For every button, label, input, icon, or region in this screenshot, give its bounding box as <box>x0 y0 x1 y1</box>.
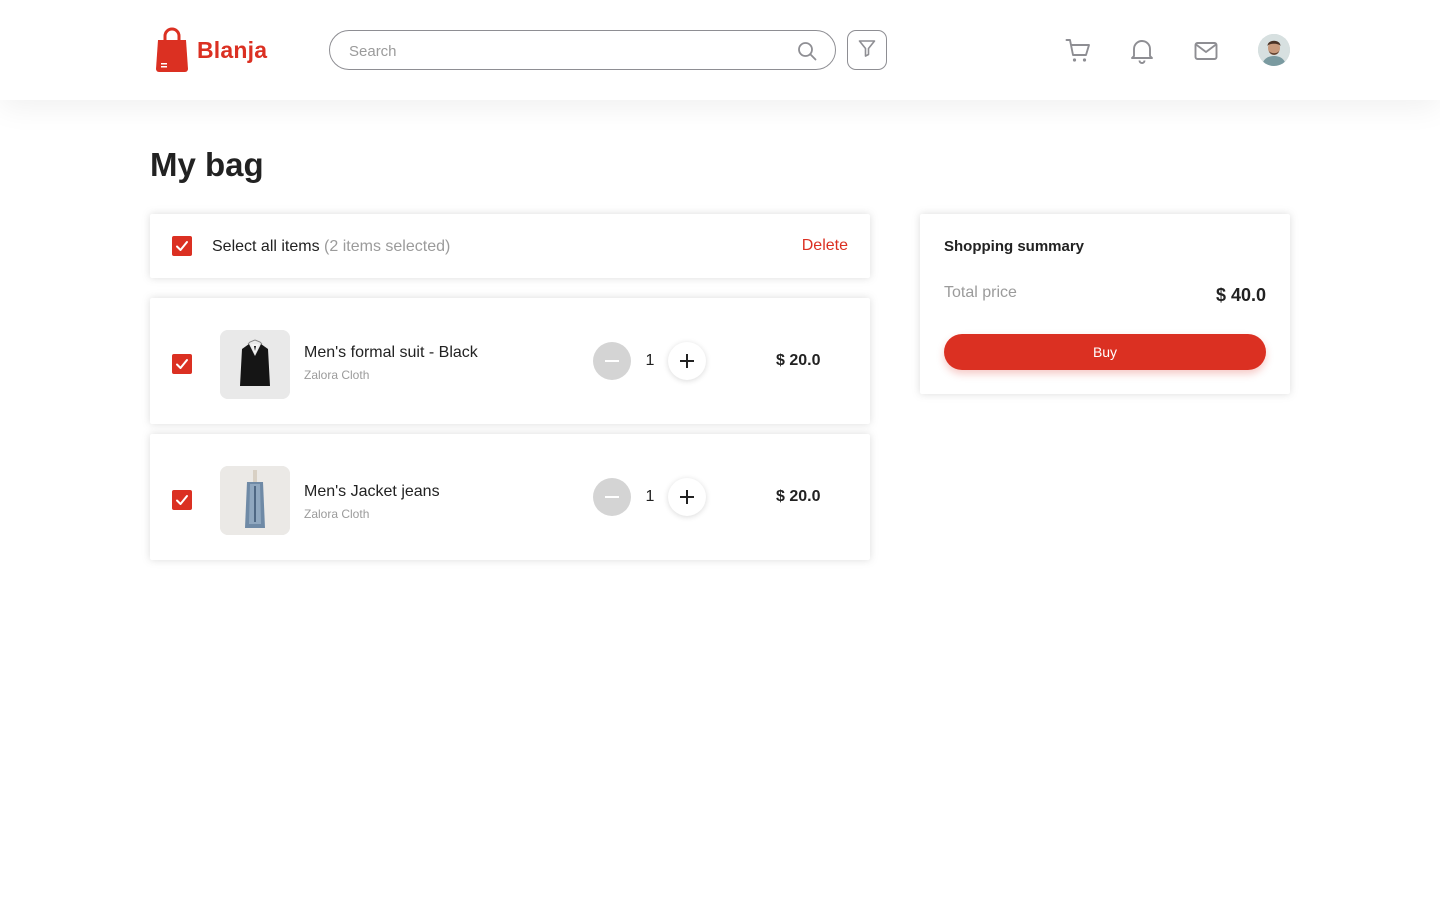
mail-icon[interactable] <box>1194 41 1218 66</box>
product-image-jacket[interactable] <box>220 466 290 535</box>
filter-icon <box>858 39 876 62</box>
quantity-value: 1 <box>645 488 655 505</box>
select-all-text: Select all items <box>212 238 320 255</box>
page-title: My bag <box>150 146 264 183</box>
select-all-bar: Select all items (2 items selected) Dele… <box>150 214 870 278</box>
checkmark-icon <box>176 359 188 369</box>
item-checkbox[interactable] <box>172 354 192 374</box>
checkmark-icon <box>176 495 188 505</box>
bag-item: Men's formal suit - Black Zalora Cloth 1… <box>150 298 870 424</box>
product-name[interactable]: Men's formal suit - Black <box>304 344 478 362</box>
item-price: $ 20.0 <box>776 488 821 505</box>
avatar[interactable] <box>1258 34 1290 66</box>
search-icon[interactable] <box>797 41 817 66</box>
product-brand: Zalora Cloth <box>304 368 370 382</box>
checkmark-icon <box>176 241 188 251</box>
search-bar <box>329 30 836 70</box>
brand-logo[interactable]: Blanja <box>155 27 267 73</box>
search-input[interactable] <box>349 40 769 62</box>
shopping-summary-card: Shopping summary Total price $ 40.0 Buy <box>920 214 1290 394</box>
increase-quantity-button[interactable] <box>668 342 706 380</box>
bell-icon[interactable] <box>1130 38 1154 69</box>
product-name[interactable]: Men's Jacket jeans <box>304 483 440 501</box>
increase-quantity-button[interactable] <box>668 478 706 516</box>
cart-icon[interactable] <box>1065 38 1091 69</box>
item-price: $ 20.0 <box>776 352 821 369</box>
item-checkbox[interactable] <box>172 490 192 510</box>
product-image-suit[interactable] <box>220 330 290 399</box>
select-all-checkbox[interactable] <box>172 236 192 256</box>
navbar: Blanja <box>0 0 1440 100</box>
minus-icon <box>605 360 619 362</box>
summary-title: Shopping summary <box>944 238 1085 255</box>
bag-item: Men's Jacket jeans Zalora Cloth 1 $ 20.0 <box>150 434 870 560</box>
plus-icon <box>680 354 694 368</box>
brand-name: Blanja <box>197 36 268 63</box>
buy-button[interactable]: Buy <box>944 334 1266 370</box>
total-price-value: $ 40.0 <box>1215 285 1266 305</box>
minus-icon <box>605 496 619 498</box>
shopping-bag-logo-icon <box>155 27 189 73</box>
product-brand: Zalora Cloth <box>304 507 370 521</box>
delete-button[interactable]: Delete <box>802 237 848 255</box>
total-price-label: Total price <box>944 284 1017 301</box>
filter-button[interactable] <box>847 30 887 70</box>
selected-count: (2 items selected) <box>324 238 451 255</box>
decrease-quantity-button[interactable] <box>593 478 631 516</box>
quantity-value: 1 <box>645 352 655 369</box>
decrease-quantity-button[interactable] <box>593 342 631 380</box>
select-all-label: Select all items (2 items selected) <box>212 238 450 256</box>
plus-icon <box>680 490 694 504</box>
